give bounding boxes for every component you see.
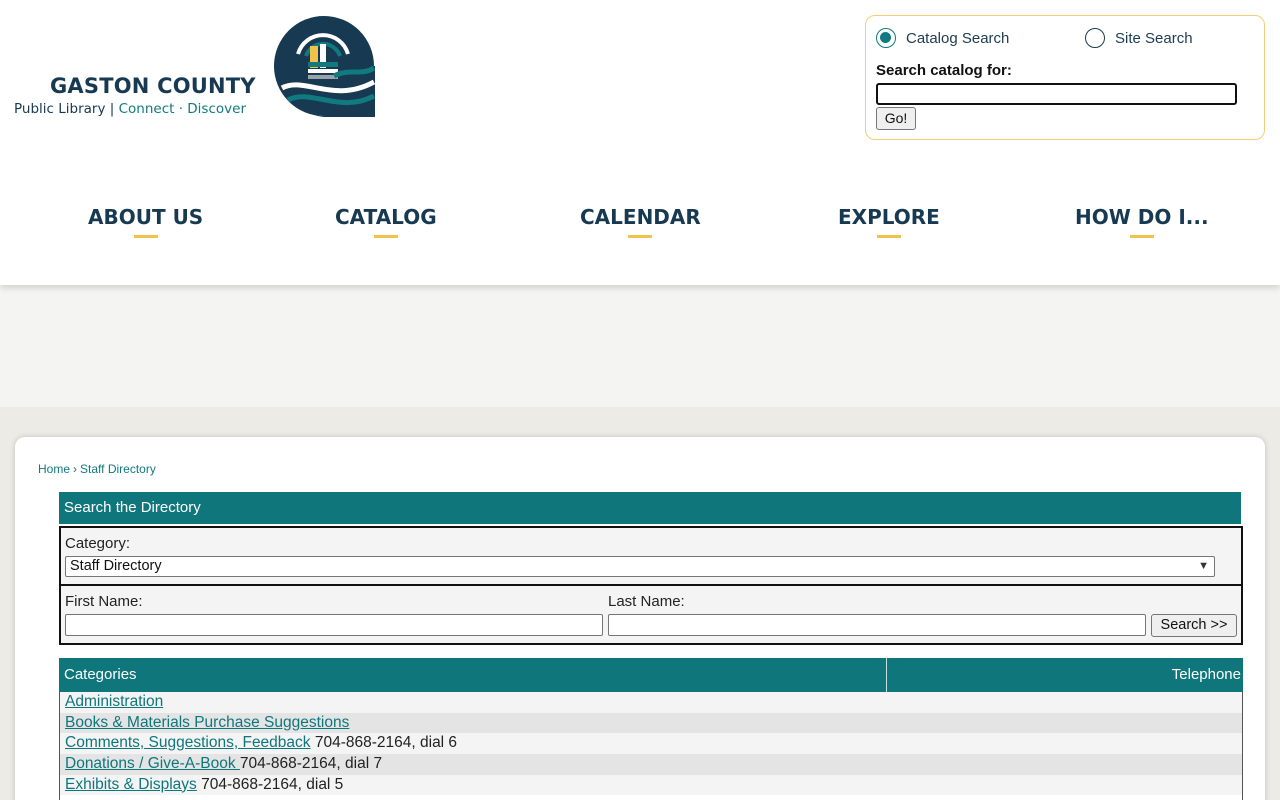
last-name-label: Last Name:: [608, 593, 685, 610]
table-row: Exhibits & Displays 704-868-2164, dial 5: [60, 774, 1242, 796]
nav-calendar-label: CALENDAR: [580, 205, 701, 229]
logo-emblem-icon: [274, 16, 375, 117]
column-divider: [886, 658, 887, 692]
last-name-input[interactable]: [608, 614, 1146, 636]
catalog-search-radio[interactable]: Catalog Search: [876, 28, 1009, 48]
first-name-input[interactable]: [65, 614, 603, 636]
catalog-search-input[interactable]: [876, 83, 1237, 105]
logo-tagline: Public Library | Connect · Discover: [14, 101, 246, 117]
radio-unselected-icon: [1085, 28, 1105, 48]
site-search-label: Site Search: [1115, 29, 1193, 47]
breadcrumb-separator: ›: [73, 462, 78, 476]
site-search-radio[interactable]: Site Search: [1085, 28, 1193, 48]
table-row: Comments, Suggestions, Feedback 704-868-…: [60, 733, 1242, 755]
table-row: Books & Materials Purchase Suggestions: [60, 712, 1242, 734]
nav-underline: [133, 235, 158, 238]
nav-underline: [1129, 235, 1154, 238]
library-logo[interactable]: GASTON COUNTY Public Library | Connect ·…: [12, 14, 378, 120]
nav-calendar[interactable]: CALENDAR: [580, 205, 701, 238]
breadcrumb-home-link[interactable]: Home: [38, 462, 70, 476]
breadcrumb: Home › Staff Directory: [38, 462, 156, 476]
nav-about-us-label: ABOUT US: [88, 205, 204, 229]
category-select-value: Staff Directory: [70, 558, 162, 574]
nav-how-do-i-label: HOW DO I...: [1075, 205, 1209, 229]
tagline-connect-discover: Connect · Discover: [118, 101, 246, 117]
category-link[interactable]: Books & Materials Purchase Suggestions: [65, 714, 349, 731]
category-link[interactable]: Comments, Suggestions, Feedback: [65, 734, 311, 751]
nav-catalog[interactable]: CATALOG: [335, 205, 437, 238]
nav-underline: [628, 235, 653, 238]
search-button[interactable]: Search >>: [1151, 614, 1237, 637]
first-name-label: First Name:: [65, 593, 143, 610]
nav-underline: [876, 235, 901, 238]
nav-about-us[interactable]: ABOUT US: [88, 205, 203, 238]
tagline-separator: |: [105, 101, 119, 117]
catalog-search-label: Catalog Search: [906, 29, 1010, 47]
catalog-search-box: Catalog Search Site Search Search catalo…: [865, 15, 1265, 140]
site-header: GASTON COUNTY Public Library | Connect ·…: [0, 0, 1280, 285]
nav-explore-label: EXPLORE: [838, 205, 940, 229]
tagline-library: Public Library: [14, 101, 106, 117]
nav-catalog-label: CATALOG: [335, 205, 437, 229]
radio-selected-icon: [876, 28, 896, 48]
category-label: Category:: [65, 535, 131, 552]
logo-title: GASTON COUNTY: [50, 74, 256, 98]
nav-how-do-i[interactable]: HOW DO I...: [1075, 205, 1209, 238]
table-row: Donations / Give-A-Book 704-868-2164, di…: [60, 754, 1242, 775]
category-phone: 704-868-2164, dial 5: [201, 775, 344, 793]
categories-column-header: Categories: [64, 666, 137, 683]
main-nav: ABOUT US CATALOG CALENDAR EXPLORE HOW DO…: [0, 205, 1280, 245]
category-select[interactable]: Staff Directory ▼: [65, 556, 1215, 577]
banner-band: [0, 285, 1280, 407]
categories-table-body: Administration Books & Materials Purchas…: [59, 692, 1243, 800]
search-directory-heading: Search the Directory: [59, 492, 1241, 524]
category-link[interactable]: Exhibits & Displays: [65, 776, 197, 793]
category-link[interactable]: Administration: [65, 693, 163, 710]
breadcrumb-current-link[interactable]: Staff Directory: [80, 462, 156, 476]
table-row: Administration: [60, 692, 1242, 713]
categories-table-header: Categories Telephone: [59, 658, 1243, 692]
chevron-down-icon: ▼: [1198, 560, 1209, 572]
go-button[interactable]: Go!: [876, 107, 916, 130]
category-phone: 704-868-2164, dial 7: [239, 755, 383, 773]
category-phone: 704-868-2164, dial 6: [314, 734, 458, 752]
nav-underline: [373, 235, 398, 238]
search-catalog-label: Search catalog for:: [876, 62, 1012, 79]
nav-explore[interactable]: EXPLORE: [838, 205, 940, 238]
category-link[interactable]: Donations / Give-A-Book: [65, 755, 240, 772]
telephone-column-header: Telephone: [1171, 666, 1241, 683]
